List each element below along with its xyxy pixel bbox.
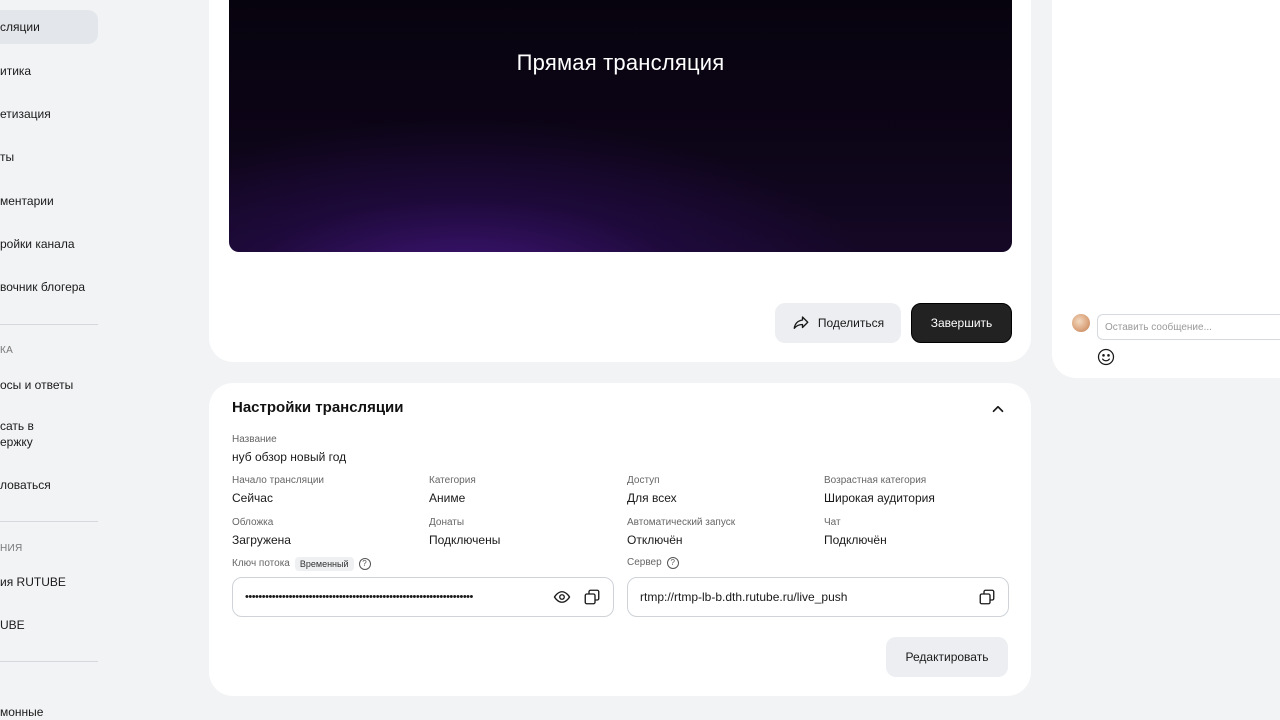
- chevron-up-icon[interactable]: [989, 400, 1007, 418]
- field-stream-key-label: Ключ потока Временный ?: [232, 557, 371, 571]
- field-cover: Обложка Загружена: [232, 517, 291, 547]
- sidebar-item-channel-settings[interactable]: ройки канала: [0, 236, 98, 252]
- emoji-icon[interactable]: [1096, 347, 1116, 367]
- player-card: Прямая трансляция Поделиться Завершить: [209, 0, 1031, 362]
- sidebar-item-legal[interactable]: монные: [0, 704, 98, 720]
- field-start: Начало трансляции Сейчас: [232, 475, 324, 505]
- stream-key-value: ••••••••••••••••••••••••••••••••••••••••…: [245, 591, 473, 603]
- settings-card: Настройки трансляции Название нуб обзор …: [209, 383, 1031, 696]
- sidebar-divider: [0, 661, 98, 662]
- server-value: rtmp://rtmp-lb-b.dth.rutube.ru/live_push: [640, 590, 848, 604]
- edit-button[interactable]: Редактировать: [886, 637, 1008, 677]
- help-icon[interactable]: ?: [666, 557, 679, 569]
- sidebar-item-analytics[interactable]: итика: [0, 63, 98, 79]
- sidebar-item-complain[interactable]: ловаться: [0, 477, 98, 493]
- sidebar-divider: [0, 324, 98, 325]
- sidebar-item-write-support[interactable]: сать в ержку: [0, 418, 98, 450]
- sidebar-item-blogger-guide[interactable]: вочник блогера: [0, 279, 98, 295]
- player-title: Прямая трансляция: [516, 50, 725, 75]
- help-icon[interactable]: ?: [358, 558, 371, 570]
- sidebar-item-faq[interactable]: осы и ответы: [0, 377, 98, 393]
- stream-key-field[interactable]: ••••••••••••••••••••••••••••••••••••••••…: [232, 577, 614, 617]
- copy-icon[interactable]: [976, 586, 998, 608]
- sidebar-item-broadcasts[interactable]: сляции: [0, 10, 98, 44]
- field-access: Доступ Для всех: [627, 475, 677, 505]
- sidebar-item-payouts[interactable]: ты: [0, 149, 98, 165]
- field-name: Название нуб обзор новый год: [232, 434, 347, 464]
- server-field[interactable]: rtmp://rtmp-lb-b.dth.rutube.ru/live_push: [627, 577, 1009, 617]
- sidebar-item-monetization[interactable]: етизация: [0, 106, 98, 122]
- share-button[interactable]: Поделиться: [775, 303, 901, 343]
- avatar: [1072, 314, 1090, 332]
- sidebar-item-rutube[interactable]: UBE: [0, 617, 98, 633]
- sidebar-item-comments[interactable]: ментарии: [0, 193, 98, 209]
- field-chat: Чат Подключён: [824, 517, 887, 547]
- finish-button[interactable]: Завершить: [911, 303, 1012, 343]
- sidebar-item-rutube-app[interactable]: ия RUTUBE: [0, 574, 98, 590]
- copy-icon[interactable]: [581, 586, 603, 608]
- chat-message-input[interactable]: Оставить сообщение...: [1097, 314, 1280, 340]
- sidebar-section-help: КА: [0, 345, 14, 356]
- field-autostart: Автоматический запуск Отключён: [627, 517, 736, 547]
- share-icon: [793, 316, 809, 329]
- field-server-label: Сервер ?: [627, 557, 679, 569]
- eye-icon[interactable]: [551, 586, 573, 608]
- field-donations: Донаты Подключены: [429, 517, 501, 547]
- field-age: Возрастная категория Широкая аудитория: [824, 475, 935, 505]
- video-player[interactable]: Прямая трансляция: [229, 0, 1012, 252]
- field-category: Категория Аниме: [429, 475, 476, 505]
- sidebar-section-apps: НИЯ: [0, 543, 23, 554]
- temporary-badge: Временный: [294, 557, 354, 571]
- sidebar: сляции итика етизация ты ментарии ройки …: [0, 0, 100, 720]
- sidebar-divider: [0, 521, 98, 522]
- settings-title: Настройки трансляции: [232, 399, 404, 416]
